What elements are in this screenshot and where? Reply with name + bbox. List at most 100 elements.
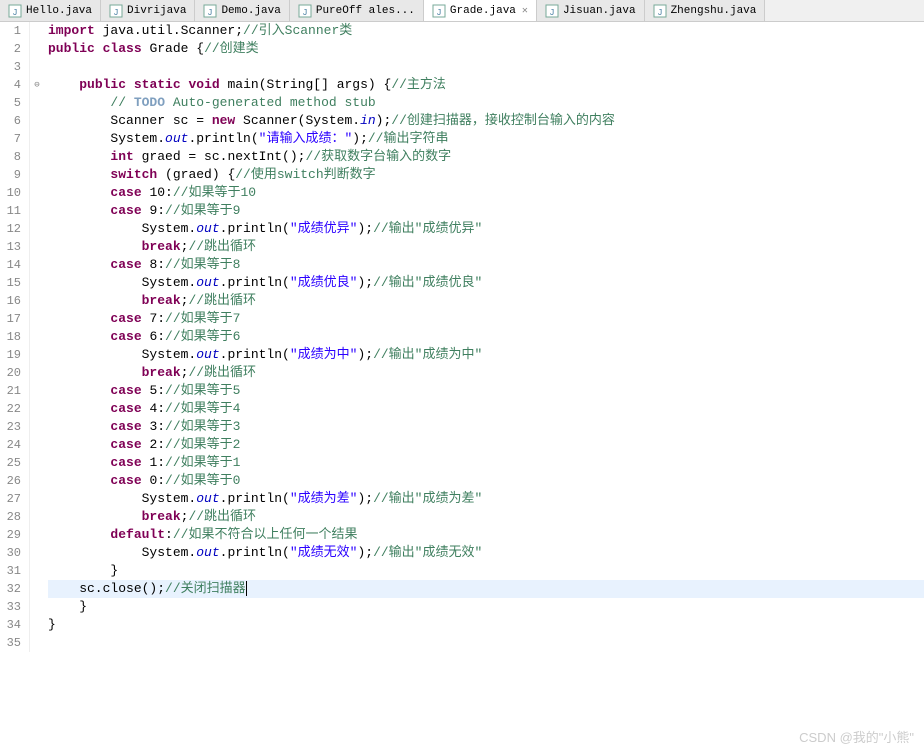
code-line[interactable]: case 3://如果等于3	[48, 418, 924, 436]
token-comment: //输出"成绩优良"	[373, 275, 482, 290]
token-comment: //输出"成绩为中"	[373, 347, 482, 362]
code-line[interactable]: case 10://如果等于10	[48, 184, 924, 202]
fold-marker	[30, 490, 44, 508]
token-kw: public	[48, 41, 95, 56]
token-comment: //创建类	[204, 41, 259, 56]
code-line[interactable]: int graed = sc.nextInt();//获取数字台输入的数字	[48, 148, 924, 166]
code-line[interactable]: case 8://如果等于8	[48, 256, 924, 274]
token-normal	[48, 149, 110, 164]
token-string: "请输入成绩："	[259, 131, 353, 146]
code-line[interactable]: public static void main(String[] args) {…	[48, 76, 924, 94]
code-line[interactable]: public class Grade {//创建类	[48, 40, 924, 58]
code-line[interactable]: case 6://如果等于6	[48, 328, 924, 346]
token-normal	[48, 383, 110, 398]
editor-tab[interactable]: JHello.java	[0, 0, 101, 21]
token-kw: case	[110, 203, 141, 218]
fold-marker	[30, 274, 44, 292]
token-normal: .println(	[220, 347, 290, 362]
fold-marker	[30, 58, 44, 76]
token-normal	[48, 401, 110, 416]
editor-tab[interactable]: JJisuan.java	[537, 0, 645, 21]
token-kw: new	[212, 113, 235, 128]
token-kw: int	[110, 149, 133, 164]
code-line[interactable]	[48, 58, 924, 76]
code-line[interactable]: sc.close();//关闭扫描器	[48, 580, 924, 598]
token-comment: //如果等于3	[165, 419, 240, 434]
code-line[interactable]: }	[48, 562, 924, 580]
editor-tab[interactable]: JGrade.java✕	[424, 0, 537, 21]
code-line[interactable]: System.out.println("成绩无效");//输出"成绩无效"	[48, 544, 924, 562]
editor-tab[interactable]: JZhengshu.java	[645, 0, 766, 21]
tab-label: Divrijava	[127, 5, 186, 17]
code-line[interactable]: System.out.println("成绩优异");//输出"成绩优异"	[48, 220, 924, 238]
token-normal: }	[48, 599, 87, 614]
token-normal: graed = sc.nextInt();	[134, 149, 306, 164]
token-normal: System.	[48, 131, 165, 146]
token-normal: .println(	[220, 275, 290, 290]
code-line[interactable]	[48, 634, 924, 652]
editor-tab[interactable]: JPureOff ales...	[290, 0, 424, 21]
line-number: 3	[0, 58, 21, 76]
code-line[interactable]: import java.util.Scanner;//引入Scanner类	[48, 22, 924, 40]
line-number: 28	[0, 508, 21, 526]
line-number: 17	[0, 310, 21, 328]
code-line[interactable]: System.out.println("成绩为差");//输出"成绩为差"	[48, 490, 924, 508]
token-normal: }	[48, 617, 56, 632]
editor-tab[interactable]: JDivrijava	[101, 0, 195, 21]
token-normal: );	[357, 347, 373, 362]
token-normal: System.	[48, 491, 196, 506]
token-kw: case	[110, 185, 141, 200]
code-line[interactable]: }	[48, 616, 924, 634]
line-number: 25	[0, 454, 21, 472]
token-todo: TODO	[134, 95, 165, 110]
code-line[interactable]: break;//跳出循环	[48, 364, 924, 382]
fold-marker[interactable]: ⊖	[30, 76, 44, 94]
token-normal: Scanner(System.	[235, 113, 360, 128]
token-normal: 4:	[142, 401, 165, 416]
fold-marker	[30, 292, 44, 310]
code-line[interactable]: // TODO Auto-generated method stub	[48, 94, 924, 112]
code-line[interactable]: System.out.println("请输入成绩：");//输出字符串	[48, 130, 924, 148]
token-normal	[48, 203, 110, 218]
fold-marker	[30, 256, 44, 274]
code-area[interactable]: import java.util.Scanner;//引入Scanner类pub…	[44, 22, 924, 652]
token-kw: switch	[110, 167, 157, 182]
code-line[interactable]: break;//跳出循环	[48, 508, 924, 526]
close-icon[interactable]: ✕	[522, 5, 528, 17]
code-line[interactable]: System.out.println("成绩优良");//输出"成绩优良"	[48, 274, 924, 292]
fold-marker	[30, 382, 44, 400]
code-line[interactable]: case 4://如果等于4	[48, 400, 924, 418]
line-number: 12	[0, 220, 21, 238]
token-normal: System.	[48, 221, 196, 236]
code-line[interactable]: case 0://如果等于0	[48, 472, 924, 490]
code-line[interactable]: Scanner sc = new Scanner(System.in);//创建…	[48, 112, 924, 130]
code-line[interactable]: break;//跳出循环	[48, 238, 924, 256]
token-comment: //如果等于1	[165, 455, 240, 470]
token-kw: void	[188, 77, 219, 92]
code-line[interactable]: break;//跳出循环	[48, 292, 924, 310]
code-line[interactable]: System.out.println("成绩为中");//输出"成绩为中"	[48, 346, 924, 364]
code-line[interactable]: case 2://如果等于2	[48, 436, 924, 454]
code-line[interactable]: case 7://如果等于7	[48, 310, 924, 328]
line-number: 5	[0, 94, 21, 112]
code-line[interactable]: switch (graed) {//使用switch判断数字	[48, 166, 924, 184]
editor-tab[interactable]: JDemo.java	[195, 0, 289, 21]
fold-marker	[30, 544, 44, 562]
code-line[interactable]: }	[48, 598, 924, 616]
token-normal	[48, 311, 110, 326]
token-normal: main(String[] args) {	[220, 77, 392, 92]
token-normal	[48, 293, 142, 308]
token-normal: System.	[48, 347, 196, 362]
fold-marker	[30, 418, 44, 436]
code-line[interactable]: case 5://如果等于5	[48, 382, 924, 400]
token-normal	[48, 239, 142, 254]
svg-text:J: J	[549, 8, 554, 18]
line-number: 7	[0, 130, 21, 148]
code-line[interactable]: default://如果不符合以上任何一个结果	[48, 526, 924, 544]
code-line[interactable]: case 9://如果等于9	[48, 202, 924, 220]
token-static-field: in	[360, 113, 376, 128]
line-number: 31	[0, 562, 21, 580]
code-line[interactable]: case 1://如果等于1	[48, 454, 924, 472]
line-number: 13	[0, 238, 21, 256]
svg-text:J: J	[208, 8, 213, 18]
